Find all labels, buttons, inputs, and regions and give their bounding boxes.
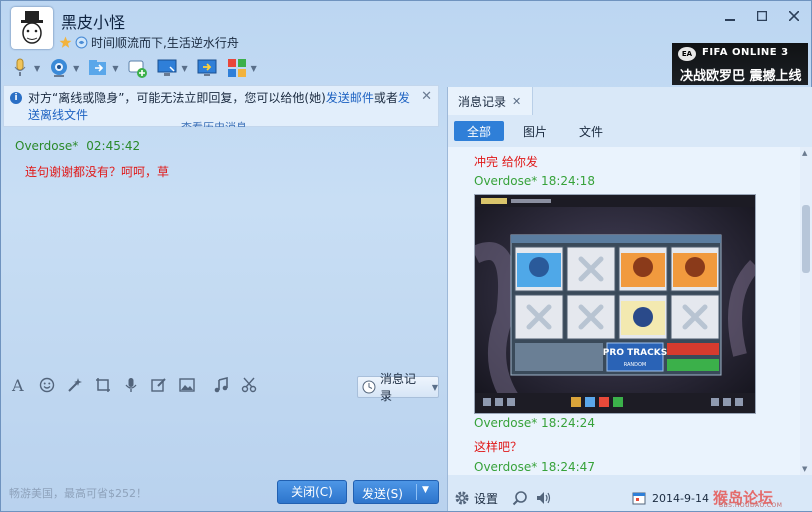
gear-icon[interactable] [454,490,470,506]
tab-label: 消息记录 [458,94,507,109]
microphone-icon [14,58,26,76]
send-label: 发送(S) [362,487,403,501]
camera-icon [51,59,68,77]
info-icon: i [10,92,22,104]
apps-button[interactable]: ▼ [226,57,257,79]
svg-text:A: A [11,377,24,393]
voice-call-button[interactable]: ▼ [9,57,40,79]
fifa-online-ad-banner[interactable]: EA FIFA ONLINE 3 决战欧罗巴 震撼上线 [672,43,808,85]
star-icon [59,36,72,48]
ea-logo: EA [678,47,696,61]
close-notice-icon[interactable]: ✕ [421,89,432,104]
minimize-icon[interactable] [719,7,741,25]
tab-message-record[interactable]: 消息记录 ✕ [448,87,533,115]
scroll-up-icon[interactable]: ▲ [802,149,807,157]
chevron-down-icon[interactable]: ▼ [112,64,118,73]
record-message: 这样吧？ [474,440,523,454]
watermark: 猴岛论坛 BBS.HOUDAO.COM [713,487,809,511]
chat-pane: i 对方“离线或隐身”，可能无法立即回复，您可以给他(她)发送邮件或者发送离线文… [1,85,443,511]
file-transfer-icon [89,60,107,75]
voice-icon[interactable] [123,377,139,393]
send-button[interactable]: 发送(S) ▼ [353,480,439,504]
send-email-link[interactable]: 发送邮件 [326,91,374,105]
filter-all[interactable]: 全部 [454,121,504,141]
message-record-panel: 消息记录 ✕ 全部 图片 文件 冲完 给你发 Overdose* 18:24:1… [447,87,812,511]
record-scrollbar[interactable]: ▲ ▼ [800,147,812,475]
speaker-icon[interactable] [536,490,552,506]
remote-desktop-icon [157,59,177,76]
message-history-label: 消息记录 [379,372,416,403]
filter-images[interactable]: 图片 [510,121,560,141]
signature-icon [75,36,88,49]
apps-icon [227,59,246,77]
message-time: 02:45:42 [86,139,141,153]
scissors-icon[interactable] [241,377,257,393]
record-filters: 全部 图片 文件 [454,121,622,141]
window-controls [719,7,805,25]
calendar-icon[interactable] [632,491,646,505]
chevron-down-icon[interactable]: ▼ [181,64,187,73]
game-screenshot-image[interactable]: PRO TRACKS RANDOM [474,194,756,414]
file-transfer-button[interactable]: ▼ [87,57,118,79]
chat-toolbar: ▼ ▼ ▼ ▼ ▼ [9,57,265,79]
magic-icon[interactable] [67,377,83,393]
record-date[interactable]: 2014-9-14 [652,492,709,505]
input-toolbar: A [11,377,269,393]
emoji-icon[interactable] [39,377,55,393]
ad-line1: FIFA ONLINE 3 [702,47,789,58]
separator [416,484,417,500]
qq-chat-window: 黑皮小怪 时间顺流而下,生活逆水行舟 EA FIFA ONLINE 3 决战欧罗… [0,0,812,512]
music-icon[interactable] [213,377,229,393]
record-header: Overdose* 18:24:47 [474,460,595,474]
screenshot-icon[interactable] [95,377,111,393]
close-tab-icon[interactable]: ✕ [512,95,521,108]
share-screen-button[interactable] [196,57,218,79]
scroll-down-icon[interactable]: ▼ [802,465,807,473]
ad-line2: 决战欧罗巴 震撼上线 [680,69,802,84]
scrollbar-thumb[interactable] [802,205,810,273]
avatar[interactable] [11,7,53,49]
record-list: 冲完 给你发 Overdose* 18:24:18 PRO TRACKS RAN… [448,147,800,475]
random-label: RANDOM [624,362,647,368]
close-icon[interactable] [783,7,805,25]
create-group-button[interactable] [126,57,148,79]
message-header: Overdose* 02:45:42 [15,139,140,153]
notice-prefix: 对方“离线或隐身”，可能无法立即回复，您可以给他(她) [28,91,326,105]
share-screen-icon [197,59,217,76]
filter-files[interactable]: 文件 [566,121,616,141]
search-icon[interactable] [512,490,528,506]
message-text: 连句谢谢都没有？呵呵，草 [25,165,170,179]
watermark-sub: BBS.HOUDAO.COM [719,502,783,509]
image-icon[interactable] [179,377,195,393]
edit-icon[interactable] [151,377,167,393]
chevron-down-icon[interactable]: ▼ [422,485,429,495]
signature-row: 时间顺流而下,生活逆水行舟 [59,34,239,51]
message-sender: Overdose* [15,139,79,153]
clock-icon [362,380,376,394]
chevron-down-icon[interactable]: ▼ [73,64,79,73]
record-message: 冲完 给你发 [474,155,538,169]
record-header: Overdose* 18:24:24 [474,416,595,430]
promo-text[interactable]: 畅游美国，最高可省$252！ [9,485,147,501]
maximize-icon[interactable] [751,7,773,25]
close-button[interactable]: 关闭(C) [277,480,347,504]
font-icon[interactable]: A [11,377,27,393]
pro-tracks-label: PRO TRACKS [603,348,667,358]
message-history-button[interactable]: 消息记录 ▼ [357,372,439,403]
chevron-down-icon: ▼ [431,382,438,392]
view-history-link[interactable]: 查看历史消息 [181,119,247,127]
notice-mid: 或者 [373,91,398,105]
video-call-button[interactable]: ▼ [48,57,79,79]
remote-desktop-button[interactable]: ▼ [156,57,188,79]
nickname: 黑皮小怪 [61,13,126,32]
signature-text: 时间顺流而下,生活逆水行舟 [91,36,239,50]
chevron-down-icon[interactable]: ▼ [251,64,257,73]
add-chat-icon [128,60,148,78]
record-header: Overdose* 18:24:18 [474,174,595,188]
chevron-down-icon[interactable]: ▼ [34,64,40,73]
settings-label[interactable]: 设置 [474,490,498,507]
